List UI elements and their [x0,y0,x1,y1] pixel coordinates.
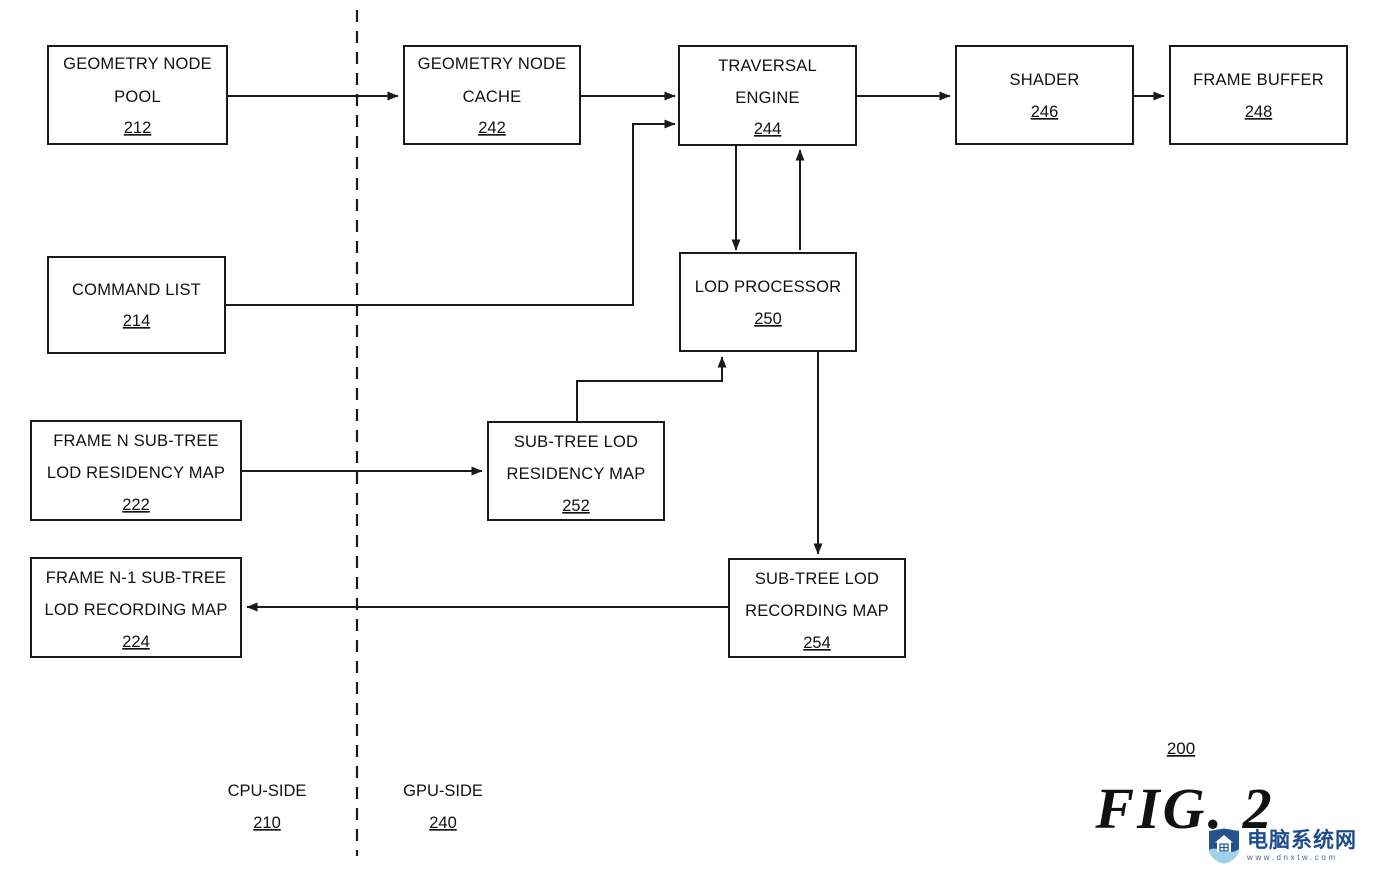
block-reference-numeral: 222 [122,496,150,514]
block-reference-numeral: 248 [1245,103,1273,121]
block-label-line: FRAME N SUB-TREE [53,432,218,450]
block-reference-numeral: 254 [803,634,831,652]
block-label-line: GEOMETRY NODE [63,55,212,73]
block-sub-tree-residency-map[interactable]: SUB-TREE LOD RESIDENCY MAP 252 [487,421,665,521]
block-label-line: LOD RESIDENCY MAP [47,464,225,482]
patent-figure: GEOMETRY NODE POOL 212 GEOMETRY NODE CAC… [0,0,1380,870]
partition-label: GPU-SIDE [403,782,483,800]
block-outline [955,45,1134,145]
block-sub-tree-recording-map[interactable]: SUB-TREE LOD RECORDING MAP 254 [728,558,906,658]
block-label-line: FRAME N-1 SUB-TREE [46,569,227,587]
partition-reference-numeral: 210 [253,814,281,832]
block-reference-numeral: 244 [754,120,782,138]
block-label-line: SHADER [1010,71,1080,89]
block-frame-n-residency-map[interactable]: FRAME N SUB-TREE LOD RESIDENCY MAP 222 [30,420,242,521]
block-label-line: SUB-TREE LOD [514,433,638,451]
block-label-line: RECORDING MAP [745,602,889,620]
partition-label: CPU-SIDE [228,782,307,800]
block-label-line: CACHE [463,88,522,106]
block-reference-numeral: 214 [123,312,151,330]
block-label-line: SUB-TREE LOD [755,570,879,588]
figure-reference-numeral: 200 [1167,739,1195,758]
figure-caption: FIG. 2 [1094,776,1274,841]
block-label-line: ENGINE [735,89,799,107]
block-reference-numeral: 250 [754,310,782,328]
partition-reference-numeral: 240 [429,814,457,832]
block-frame-n1-recording-map[interactable]: FRAME N-1 SUB-TREE LOD RECORDING MAP 224 [30,557,242,658]
partition-label-cpu: CPU-SIDE 210 [228,782,307,832]
block-reference-numeral: 224 [122,633,150,651]
block-reference-numeral: 246 [1031,103,1059,121]
block-shader[interactable]: SHADER 246 [955,45,1134,145]
block-frame-buffer[interactable]: FRAME BUFFER 248 [1169,45,1348,145]
partition-label-gpu: GPU-SIDE 240 [403,782,483,832]
block-outline [1169,45,1348,145]
block-label-line: LOD RECORDING MAP [44,601,227,619]
block-label-line: TRAVERSAL [718,57,817,75]
block-label-line: FRAME BUFFER [1193,71,1324,89]
block-reference-numeral: 212 [124,119,152,137]
block-geometry-node-cache[interactable]: GEOMETRY NODE CACHE 242 [403,45,581,145]
block-lod-processor[interactable]: LOD PROCESSOR 250 [679,252,857,352]
block-geometry-node-pool[interactable]: GEOMETRY NODE POOL 212 [47,45,228,145]
connector-commandlist-to-traversal [225,119,676,306]
block-label-line: POOL [114,88,161,106]
block-label-line: RESIDENCY MAP [507,465,646,483]
connector-subtree-residency-to-lod [576,356,727,422]
block-label-line: COMMAND LIST [72,281,201,299]
block-outline [47,256,226,354]
block-label-line: LOD PROCESSOR [695,278,842,296]
block-outline [679,252,857,352]
block-label-line: GEOMETRY NODE [418,55,567,73]
block-reference-numeral: 252 [562,497,590,515]
block-diagram: GEOMETRY NODE POOL 212 GEOMETRY NODE CAC… [30,10,1348,856]
block-command-list[interactable]: COMMAND LIST 214 [47,256,226,354]
block-traversal-engine[interactable]: TRAVERSAL ENGINE 244 [678,45,857,146]
block-reference-numeral: 242 [478,119,506,137]
